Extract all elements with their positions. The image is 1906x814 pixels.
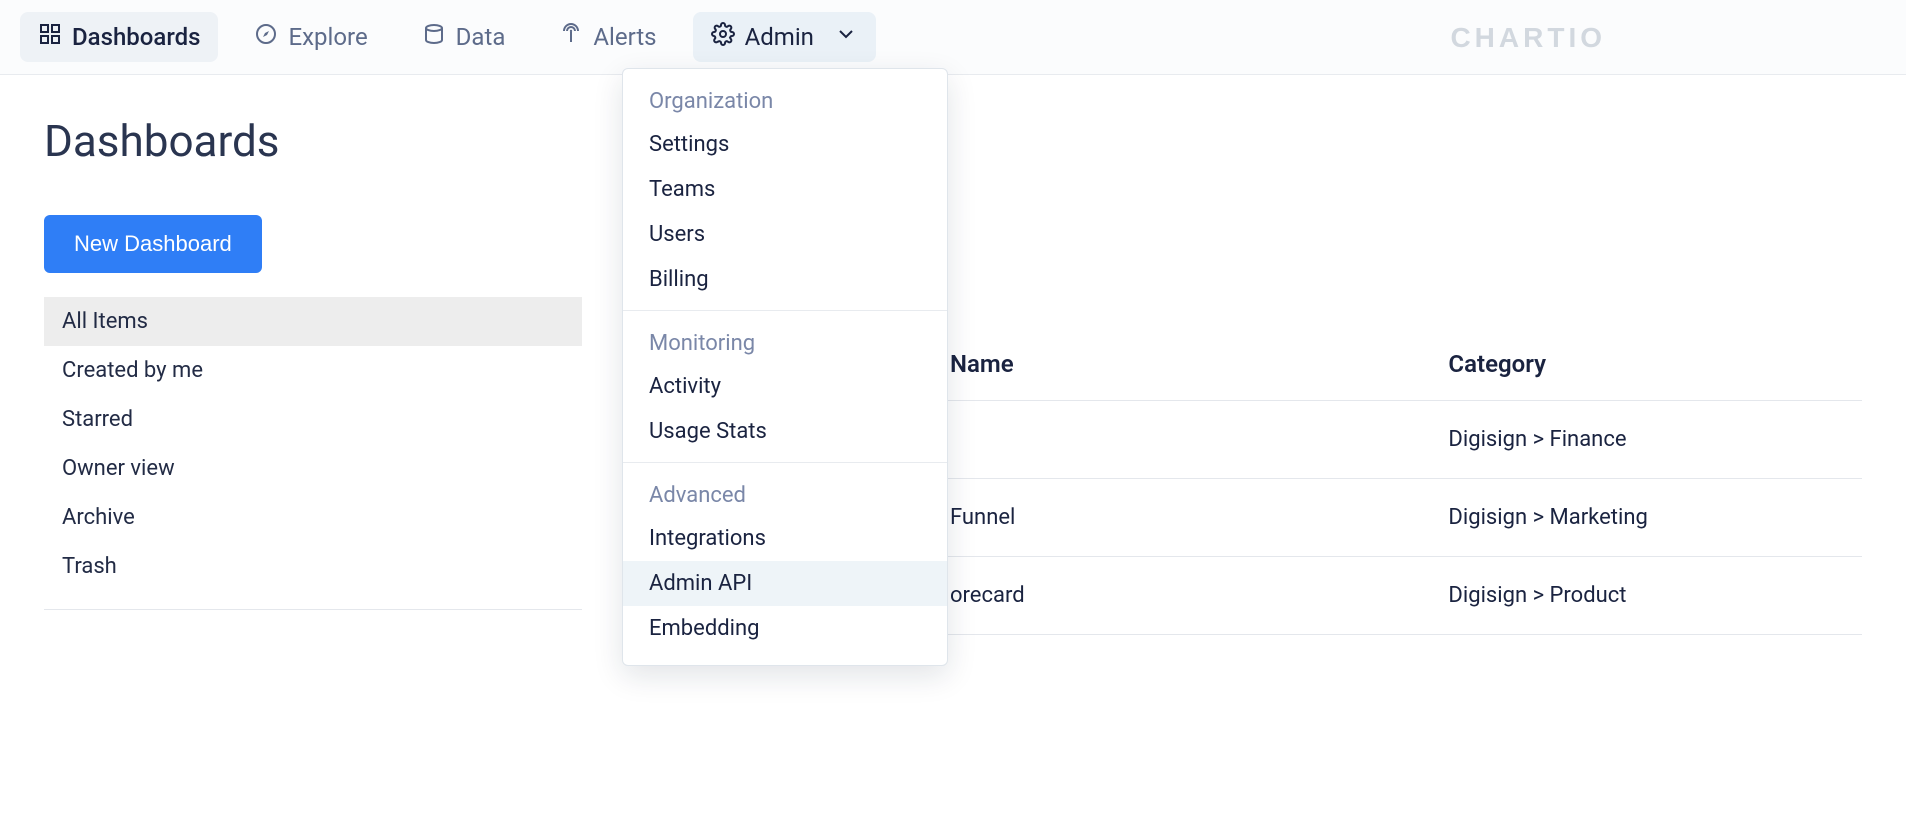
top-nav: Dashboards Explore Data Alerts Admin bbox=[0, 0, 1906, 75]
nav-dashboards-label: Dashboards bbox=[72, 23, 200, 51]
dropdown-section: MonitoringActivityUsage Stats bbox=[623, 310, 947, 462]
page-title: Dashboards bbox=[44, 115, 582, 167]
nav-data[interactable]: Data bbox=[404, 12, 524, 62]
dropdown-heading: Organization bbox=[623, 79, 947, 122]
dropdown-item-usage-stats[interactable]: Usage Stats bbox=[623, 409, 947, 454]
admin-dropdown: OrganizationSettingsTeamsUsersBillingMon… bbox=[622, 68, 948, 666]
database-icon bbox=[422, 22, 446, 52]
chevron-down-icon bbox=[834, 22, 858, 52]
nav-dashboards[interactable]: Dashboards bbox=[20, 12, 218, 62]
dropdown-item-billing[interactable]: Billing bbox=[623, 257, 947, 302]
filter-item-starred[interactable]: Starred bbox=[44, 395, 582, 444]
filter-item-trash[interactable]: Trash bbox=[44, 542, 582, 591]
dropdown-item-activity[interactable]: Activity bbox=[623, 364, 947, 409]
dropdown-item-embedding[interactable]: Embedding bbox=[623, 606, 947, 651]
dropdown-heading: Monitoring bbox=[623, 321, 947, 364]
dropdown-item-teams[interactable]: Teams bbox=[623, 167, 947, 212]
gear-icon bbox=[711, 22, 735, 52]
filter-item-created-by-me[interactable]: Created by me bbox=[44, 346, 582, 395]
broadcast-icon bbox=[559, 22, 583, 52]
cell-category: Digisign > Finance bbox=[1448, 401, 1862, 479]
dropdown-heading: Advanced bbox=[623, 473, 947, 516]
dropdown-item-users[interactable]: Users bbox=[623, 212, 947, 257]
nav-data-label: Data bbox=[456, 23, 506, 51]
filter-item-archive[interactable]: Archive bbox=[44, 493, 582, 542]
dropdown-section: OrganizationSettingsTeamsUsersBilling bbox=[623, 69, 947, 310]
new-dashboard-button[interactable]: New Dashboard bbox=[44, 215, 262, 273]
sidebar: Dashboards New Dashboard All ItemsCreate… bbox=[44, 115, 582, 635]
dropdown-item-admin-api[interactable]: Admin API bbox=[623, 561, 947, 606]
filter-item-owner-view[interactable]: Owner view bbox=[44, 444, 582, 493]
dashboards-icon bbox=[38, 22, 62, 52]
nav-alerts[interactable]: Alerts bbox=[541, 12, 674, 62]
compass-icon bbox=[254, 22, 278, 52]
filter-item-all-items[interactable]: All Items bbox=[44, 297, 582, 346]
page-body: Dashboards New Dashboard All ItemsCreate… bbox=[0, 75, 1906, 675]
nav-alerts-label: Alerts bbox=[593, 23, 656, 51]
cell-category: Digisign > Marketing bbox=[1448, 479, 1862, 557]
nav-admin[interactable]: Admin bbox=[693, 12, 876, 62]
brand-logo: CHARTIO bbox=[1450, 22, 1606, 54]
dropdown-item-integrations[interactable]: Integrations bbox=[623, 516, 947, 561]
nav-explore-label: Explore bbox=[288, 23, 367, 51]
filter-list: All ItemsCreated by meStarredOwner viewA… bbox=[44, 297, 582, 610]
nav-admin-label: Admin bbox=[745, 23, 814, 51]
cell-category: Digisign > Product bbox=[1448, 557, 1862, 635]
col-header-category[interactable]: Category bbox=[1448, 336, 1862, 401]
dropdown-section: AdvancedIntegrationsAdmin APIEmbedding bbox=[623, 462, 947, 659]
nav-items: Dashboards Explore Data Alerts Admin bbox=[20, 12, 876, 62]
nav-explore[interactable]: Explore bbox=[236, 12, 385, 62]
dropdown-item-settings[interactable]: Settings bbox=[623, 122, 947, 167]
